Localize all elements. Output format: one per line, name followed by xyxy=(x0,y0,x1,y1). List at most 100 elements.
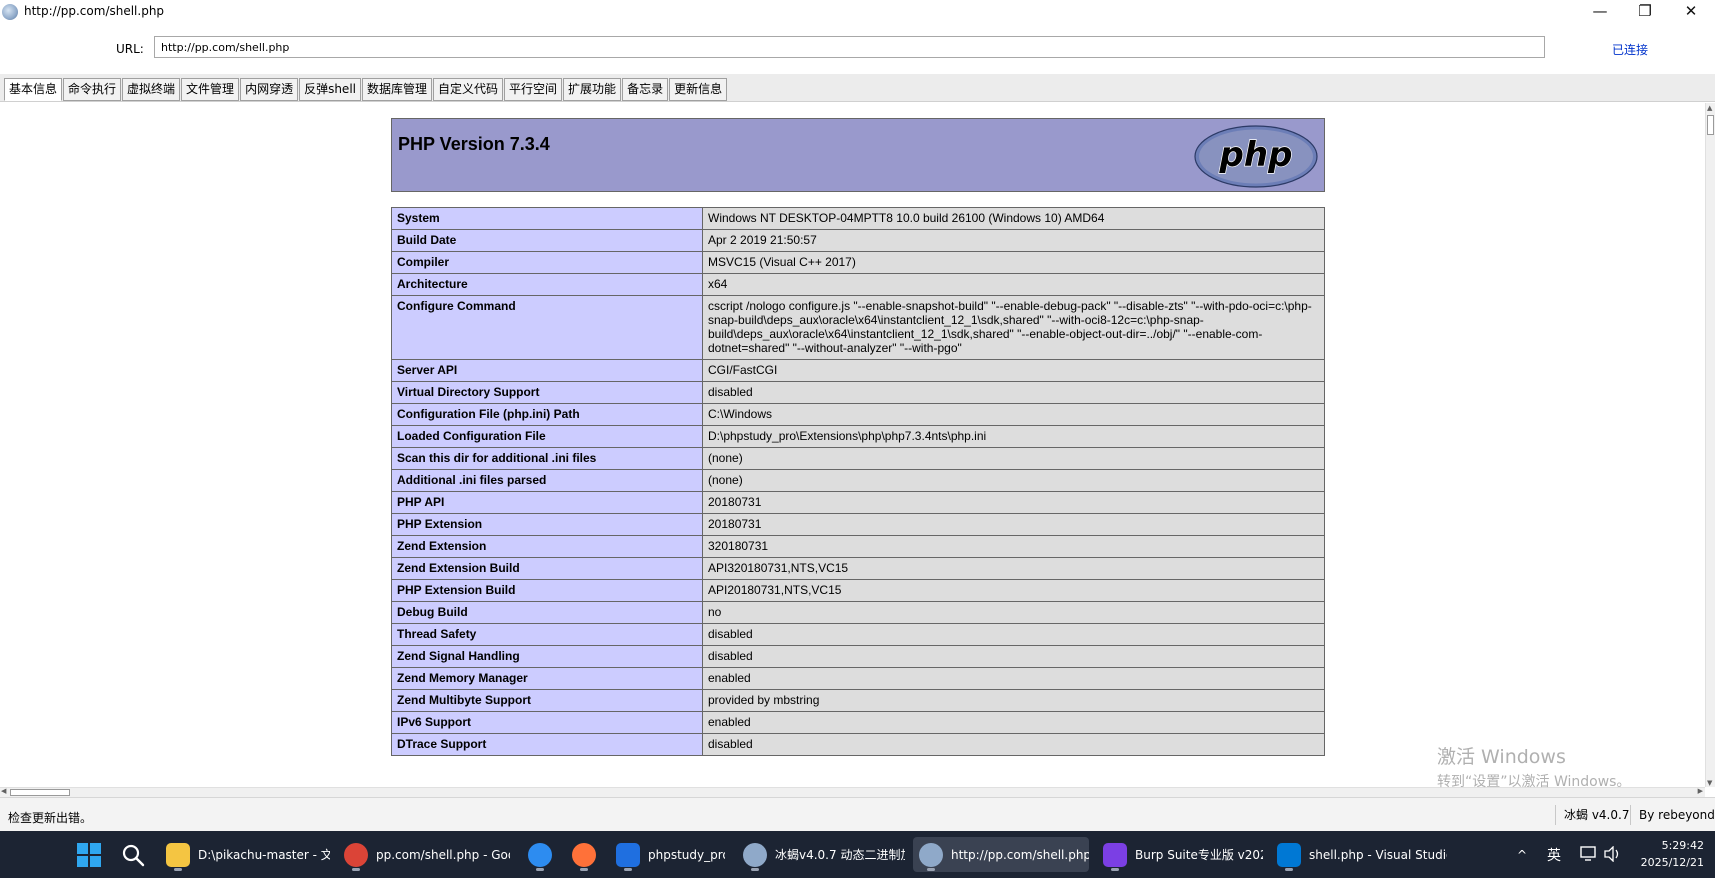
phpinfo-key: Thread Safety xyxy=(391,623,703,646)
phpinfo-key: Scan this dir for additional .ini files xyxy=(391,447,703,470)
running-indicator xyxy=(624,868,632,871)
phpinfo-row: Zend Memory Manager enabled xyxy=(391,667,1325,690)
phpinfo-key: Zend Multibyte Support xyxy=(391,689,703,712)
chrome-icon xyxy=(344,842,368,867)
tab-5[interactable]: 反弹shell xyxy=(299,78,361,101)
phpinfo-value: disabled xyxy=(702,645,1325,668)
phpinfo-value: no xyxy=(702,601,1325,624)
watermark-subtitle: 转到“设置”以激活 Windows。 xyxy=(1437,774,1631,790)
running-indicator xyxy=(536,868,544,871)
title-bar: http://pp.com/shell.php — ❐ ✕ xyxy=(0,0,1715,24)
phpinfo-row: Debug Build no xyxy=(391,601,1325,624)
taskbar-item[interactable]: Burp Suite专业版 v2024 xyxy=(1097,837,1263,872)
phpinfo-row: PHP Extension Build API20180731,NTS,VC15 xyxy=(391,579,1325,602)
phpinfo-value: API320180731,NTS,VC15 xyxy=(702,557,1325,580)
watermark-title: 激活 Windows xyxy=(1437,746,1566,768)
phpinfo-key: Zend Memory Manager xyxy=(391,667,703,690)
phpinfo-value: (none) xyxy=(702,469,1325,492)
tab-1[interactable]: 命令执行 xyxy=(63,78,122,101)
phpinfo-row: Zend Extension Build API320180731,NTS,VC1… xyxy=(391,557,1325,580)
scroll-left-icon[interactable]: ◀ xyxy=(1,787,6,795)
tab-bar: 基本信息 命令执行 虚拟终端 文件管理 内网穿透 反弹shell 数据库管理 自定义代码 平行空… xyxy=(0,74,1715,102)
phpinfo-key: Zend Signal Handling xyxy=(391,645,703,668)
content-viewport[interactable]: PHP Version 7.3.4 php System Windows NT D… xyxy=(0,103,1705,787)
tab-7[interactable]: 自定义代码 xyxy=(433,78,504,101)
taskbar-item[interactable] xyxy=(566,837,596,872)
tab-8[interactable]: 平行空间 xyxy=(504,78,563,101)
status-version: 冰蝎 v4.0.7 xyxy=(1555,805,1629,825)
taskbar-item[interactable] xyxy=(522,837,552,872)
tab-4[interactable]: 内网穿透 xyxy=(240,78,299,101)
ime-indicator[interactable]: 英 xyxy=(1547,831,1561,878)
taskbar-item-label: Burp Suite专业版 v2024 xyxy=(1135,848,1263,862)
taskbar-clock[interactable]: 5:29:42 2025/12/21 xyxy=(1632,837,1704,871)
scroll-down-icon[interactable]: ▼ xyxy=(1707,779,1712,787)
url-input[interactable] xyxy=(154,36,1545,58)
burp-icon xyxy=(1103,842,1127,867)
taskbar-item-label: 冰蝎v4.0.7 动态二进制加 xyxy=(775,848,905,862)
window-title: http://pp.com/shell.php xyxy=(24,4,165,18)
phpinfo-row: Configure Command cscript /nologo configu… xyxy=(391,295,1325,360)
phpinfo-row: Configuration File (php.ini) Path C:\Wind… xyxy=(391,403,1325,426)
phpinfo-key: Debug Build xyxy=(391,601,703,624)
taskbar-item-label: http://pp.com/shell.php xyxy=(951,847,1089,862)
tray-overflow-icon[interactable]: ^ xyxy=(1517,831,1527,878)
phpinfo-value: API20180731,NTS,VC15 xyxy=(702,579,1325,602)
activation-watermark: 激活 Windows 转到“设置”以激活 Windows。 xyxy=(1437,742,1630,791)
phpinfo-row: PHP API 20180731 xyxy=(391,491,1325,514)
network-icon[interactable] xyxy=(1580,846,1598,862)
taskbar-item[interactable]: 冰蝎v4.0.7 动态二进制加 xyxy=(737,837,905,872)
taskbar-item[interactable]: D:\pikachu-master - 文件 xyxy=(160,837,330,872)
phpinfo-row: Server API CGI/FastCGI xyxy=(391,359,1325,382)
restore-button[interactable]: ❐ xyxy=(1622,0,1668,24)
phpinfo-row: IPv6 Support enabled xyxy=(391,711,1325,734)
tab-10[interactable]: 备忘录 xyxy=(622,78,669,101)
taskbar-item[interactable]: http://pp.com/shell.php xyxy=(913,837,1089,872)
phpinfo-value: D:\phpstudy_pro\Extensions\php\php7.3.4n… xyxy=(702,425,1325,448)
phpinfo-key: IPv6 Support xyxy=(391,711,703,734)
vertical-scrollbar[interactable]: ▲ ▼ xyxy=(1705,103,1715,787)
phpinfo-row: Architecture x64 xyxy=(391,273,1325,296)
scroll-up-icon[interactable]: ▲ xyxy=(1707,104,1712,112)
phpinfo-key: Compiler xyxy=(391,251,703,274)
tab-6[interactable]: 数据库管理 xyxy=(362,78,433,101)
phpinfo-row: System Windows NT DESKTOP-04MPTT8 10.0 bu… xyxy=(391,207,1325,230)
phpinfo-value: Apr 2 2019 21:50:57 xyxy=(702,229,1325,252)
phpinfo-key: PHP Extension xyxy=(391,513,703,536)
tab-3[interactable]: 文件管理 xyxy=(181,78,240,101)
taskbar-item[interactable]: phpstudy_pro xyxy=(610,837,725,872)
phpinfo-value: disabled xyxy=(702,623,1325,646)
vertical-scroll-thumb[interactable] xyxy=(1707,115,1714,135)
volume-icon[interactable] xyxy=(1604,846,1622,862)
tab-0[interactable]: 基本信息 xyxy=(4,78,63,101)
windows-start-icon[interactable] xyxy=(77,843,101,867)
phpinfo-key: Configuration File (php.ini) Path xyxy=(391,403,703,426)
connection-status[interactable]: 已连接 xyxy=(1612,41,1648,58)
search-icon[interactable] xyxy=(121,843,145,867)
tab-9[interactable]: 扩展功能 xyxy=(563,78,622,101)
tab-2[interactable]: 虚拟终端 xyxy=(122,78,181,101)
phpinfo-value: enabled xyxy=(702,667,1325,690)
phpinfo-value: C:\Windows xyxy=(702,403,1325,426)
phpinfo-row: PHP Extension 20180731 xyxy=(391,513,1325,536)
running-indicator xyxy=(580,868,588,871)
taskbar-item[interactable]: shell.php - Visual Studio xyxy=(1271,837,1447,872)
taskbar-item-label: phpstudy_pro xyxy=(648,847,725,862)
horizontal-scroll-thumb[interactable] xyxy=(10,789,70,796)
taskbar-item[interactable]: pp.com/shell.php - Goo xyxy=(338,837,510,872)
running-indicator xyxy=(751,868,759,871)
phpinfo-key: Loaded Configuration File xyxy=(391,425,703,448)
running-indicator xyxy=(927,868,935,871)
phpinfo-key: Additional .ini files parsed xyxy=(391,469,703,492)
compass-icon xyxy=(528,842,552,867)
scroll-right-icon[interactable]: ▶ xyxy=(1698,787,1703,795)
phpinfo-row: Virtual Directory Support disabled xyxy=(391,381,1325,404)
phpinfo-value: (none) xyxy=(702,447,1325,470)
tab-11[interactable]: 更新信息 xyxy=(669,78,728,101)
minimize-button[interactable]: — xyxy=(1577,0,1623,24)
taskbar-item-label: pp.com/shell.php - Goo xyxy=(376,847,510,862)
phpinfo-key: System xyxy=(391,207,703,230)
taskbar-item-label: shell.php - Visual Studio xyxy=(1309,847,1447,862)
close-button[interactable]: ✕ xyxy=(1668,0,1714,24)
phpinfo-key: Virtual Directory Support xyxy=(391,381,703,404)
